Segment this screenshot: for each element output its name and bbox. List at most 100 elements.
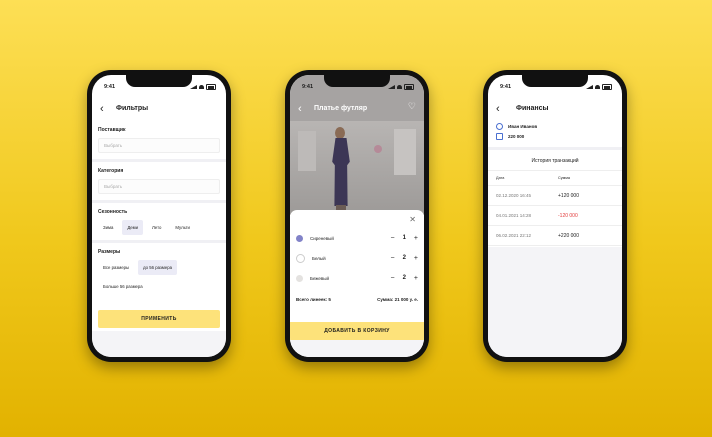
plus-icon[interactable]: + xyxy=(414,235,418,242)
minus-icon[interactable]: − xyxy=(390,275,394,282)
column-header-amount: Сумма xyxy=(558,176,570,180)
quantity-value: 1 xyxy=(402,235,406,241)
history-title: История транзакций xyxy=(531,158,579,164)
finance-body: Иван Иванов 220 000 История транзакций Д… xyxy=(488,121,622,246)
season-options: Зима Деми Лето Мульти xyxy=(98,220,220,235)
signal-icon xyxy=(388,85,395,89)
wifi-icon xyxy=(199,85,204,89)
filters-body: Поставщик Выбрать Категория Выбрать Сезо… xyxy=(92,121,226,299)
totals-row: Всего линеек: 5 Сумма: 21 000 у. е. xyxy=(296,297,418,302)
wifi-icon xyxy=(397,85,402,89)
screen-filters: 9:41 ‹ Фильтры Поставщик Выбрать Категор… xyxy=(92,75,226,357)
table-row: 02.12.2020 16:45 +120 000 xyxy=(488,185,622,205)
quantity-stepper: − 2 + xyxy=(390,255,418,262)
back-arrow-icon[interactable]: ‹ xyxy=(100,103,104,115)
tx-date: 04.01.2021 14:28 xyxy=(496,213,532,218)
color-swatch xyxy=(296,253,305,263)
category-select[interactable]: Выбрать xyxy=(98,179,220,194)
total-lines: Всего линеек: 5 xyxy=(296,297,331,302)
plus-icon[interactable]: + xyxy=(414,255,418,262)
tx-amount: +120 000 xyxy=(558,192,579,199)
provider-select[interactable]: Выбрать xyxy=(98,138,220,153)
tx-amount: +220 000 xyxy=(558,232,579,239)
user-row: Иван Иванов xyxy=(488,121,622,131)
page-title: Фильтры xyxy=(116,105,149,112)
table-row: 06.02.2021 22:12 +220 000 xyxy=(488,225,622,246)
battery-icon xyxy=(404,84,414,90)
screen-product: 9:41 ‹ Платье футляр ♡ ✕ Сиреневый − 1 +… xyxy=(290,75,424,357)
close-icon[interactable]: ✕ xyxy=(409,215,416,224)
battery-icon xyxy=(206,84,216,90)
provider-label: Поставщик xyxy=(98,127,126,133)
color-row: Белый − 2 + xyxy=(296,252,418,264)
bottom-area xyxy=(488,247,622,357)
table-row: 04.01.2021 14:28 -120 000 xyxy=(488,205,622,225)
color-swatch xyxy=(296,274,303,282)
season-chip-demi[interactable]: Деми xyxy=(122,220,143,235)
color-row: Бежевый − 2 + xyxy=(296,272,418,284)
category-label: Категория xyxy=(98,168,124,174)
plus-icon[interactable]: + xyxy=(414,275,418,282)
status-time: 9:41 xyxy=(500,84,512,90)
tx-date: 06.02.2021 22:12 xyxy=(496,233,532,238)
minus-icon[interactable]: − xyxy=(390,255,394,262)
nav-bar: ‹ Финансы xyxy=(488,99,622,121)
column-header-date: Дата xyxy=(496,176,505,180)
status-time: 9:41 xyxy=(302,84,314,90)
bottom-area xyxy=(290,340,424,357)
back-arrow-icon[interactable]: ‹ xyxy=(298,103,302,115)
quantity-stepper: − 1 + xyxy=(390,235,418,242)
signal-icon xyxy=(586,85,593,89)
screen-finance: 9:41 ‹ Финансы Иван Иванов 220 000 Истор… xyxy=(488,75,622,357)
phone-notch xyxy=(126,75,192,87)
minus-icon[interactable]: − xyxy=(390,235,394,242)
battery-icon xyxy=(602,84,612,90)
user-icon xyxy=(496,122,503,130)
balance-value: 220 000 xyxy=(508,133,525,139)
page-title: Финансы xyxy=(516,105,549,112)
quantity-value: 2 xyxy=(402,255,406,261)
phone-filters: 9:41 ‹ Фильтры Поставщик Выбрать Категор… xyxy=(87,70,231,362)
tx-amount: -120 000 xyxy=(558,212,578,219)
season-chip-multi[interactable]: Мульти xyxy=(170,220,195,235)
size-chip-all[interactable]: Все размеры xyxy=(98,260,135,275)
season-section: Сезонность Зима Деми Лето Мульти xyxy=(92,203,226,235)
size-chip-over-56[interactable]: Больше 56 размера xyxy=(98,279,148,294)
color-sheet: ✕ Сиреневый − 1 + Белый − 2 + Бежевый − … xyxy=(290,210,424,357)
category-section: Категория Выбрать xyxy=(92,162,226,194)
balance-row: 220 000 xyxy=(488,131,622,141)
total-sum: Сумма: 21 000 у. е. xyxy=(377,297,418,302)
user-name: Иван Иванов xyxy=(508,123,538,129)
season-chip-winter[interactable]: Зима xyxy=(98,220,119,235)
nav-bar: ‹ Платье футляр xyxy=(290,99,424,121)
tx-date: 02.12.2020 16:45 xyxy=(496,193,532,198)
wallet-icon xyxy=(496,132,503,140)
color-swatch xyxy=(296,234,303,242)
color-name: Бежевый xyxy=(310,275,330,281)
add-to-cart-button[interactable]: ДОБАВИТЬ В КОРЗИНУ xyxy=(290,322,424,340)
phone-finance: 9:41 ‹ Финансы Иван Иванов 220 000 Истор… xyxy=(483,70,627,362)
phone-notch xyxy=(522,75,588,87)
apply-button[interactable]: ПРИМЕНИТЬ xyxy=(98,310,220,328)
back-arrow-icon[interactable]: ‹ xyxy=(496,103,500,115)
color-row: Сиреневый − 1 + xyxy=(296,232,418,244)
heart-icon[interactable]: ♡ xyxy=(408,101,416,112)
phone-notch xyxy=(324,75,390,87)
wifi-icon xyxy=(595,85,600,89)
page-title: Платье футляр xyxy=(314,105,368,112)
bottom-area xyxy=(92,331,226,357)
quantity-stepper: − 2 + xyxy=(390,275,418,282)
product-photo xyxy=(290,75,424,215)
color-name: Сиреневый xyxy=(310,235,334,241)
sizes-options: Все размеры до 56 размера Больше 56 разм… xyxy=(98,260,220,294)
color-name: Белый xyxy=(312,255,326,261)
status-time: 9:41 xyxy=(104,84,116,90)
nav-bar: ‹ Фильтры xyxy=(92,99,226,121)
size-chip-up-to-56[interactable]: до 56 размера xyxy=(138,260,178,275)
provider-section: Поставщик Выбрать xyxy=(92,121,226,153)
phone-product: 9:41 ‹ Платье футляр ♡ ✕ Сиреневый − 1 +… xyxy=(285,70,429,362)
season-chip-summer[interactable]: Лето xyxy=(147,220,167,235)
table-header: Дата Сумма xyxy=(488,170,622,185)
season-label: Сезонность xyxy=(98,209,128,215)
sizes-section: Размеры Все размеры до 56 размера Больше… xyxy=(92,243,226,294)
